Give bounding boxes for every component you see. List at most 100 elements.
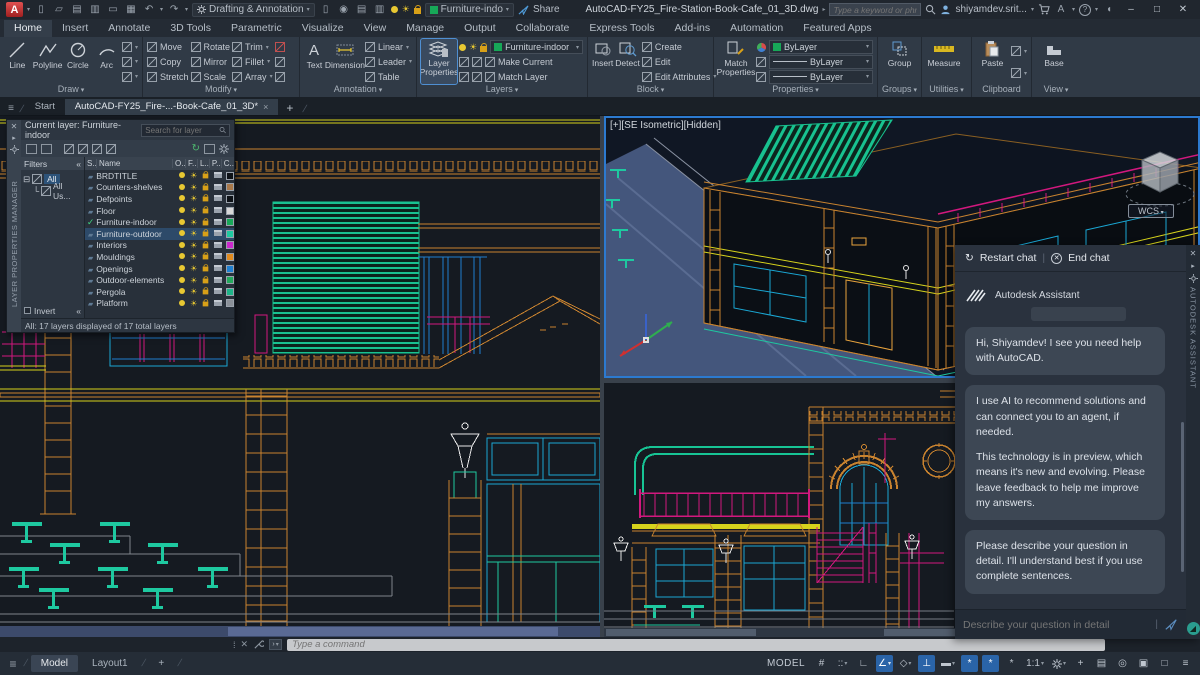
layout-menu-icon[interactable]: ≡ (6, 657, 20, 671)
layer-on-icon[interactable] (175, 287, 187, 296)
layer-color-swatch[interactable] (225, 229, 234, 238)
layer-color-swatch[interactable] (225, 171, 234, 180)
save-icon[interactable]: ▤ (70, 3, 84, 16)
layer-lock-icon[interactable] (200, 205, 212, 216)
redo-caret-icon[interactable]: ▾ (185, 6, 188, 13)
new-layout-button[interactable]: + (148, 655, 174, 672)
layer-search-box[interactable] (141, 123, 230, 137)
title-flyout-icon[interactable]: ▸ (822, 6, 825, 13)
layer-row[interactable]: Outdoor-elements ☀ (85, 274, 234, 286)
isolate-objects-icon[interactable]: ◎ (1114, 655, 1131, 672)
assistant-input[interactable] (963, 618, 1150, 631)
invert-filter[interactable]: Invert « (21, 303, 84, 318)
polar-tracking-toggle[interactable]: ∠ ▾ (876, 655, 894, 672)
restart-chat-button[interactable]: Restart chat (980, 252, 1037, 264)
layer-row[interactable]: Interiors ☀ (85, 240, 234, 252)
layer-color-swatch[interactable] (225, 241, 234, 250)
layer-on-icon[interactable] (175, 276, 187, 285)
start-tab[interactable]: Start (25, 99, 65, 115)
ribbon-tab[interactable]: 3D Tools (160, 20, 221, 37)
layer-row[interactable]: Counters-shelves ☀ (85, 182, 234, 194)
linetype-tool[interactable] (756, 70, 767, 84)
trim-tool[interactable]: Trim ▾ (232, 40, 273, 54)
layer-row[interactable]: Defpoints ☀ (85, 193, 234, 205)
ribbon-tab[interactable]: Collaborate (506, 20, 580, 37)
viewport-controls-label[interactable]: [+][SE Isometric][Hidden] (610, 120, 721, 131)
ribbon-tab[interactable]: Add-ins (665, 20, 721, 37)
layer-on-icon[interactable] (175, 194, 187, 203)
system-tray-icon[interactable]: ▤ (1093, 655, 1110, 672)
layer-on-icon[interactable] (175, 229, 187, 238)
refresh-icon[interactable]: ↻ (192, 143, 200, 154)
wrench-icon[interactable] (253, 639, 265, 650)
arc-button[interactable]: Arc (93, 39, 120, 84)
notification-icon[interactable]: ◖ (1102, 3, 1116, 16)
copy-tool[interactable]: Copy (147, 55, 189, 69)
help-caret-icon[interactable]: ▾ (1095, 6, 1098, 13)
layer-unlock-icon[interactable] (413, 5, 421, 14)
annotation-scale-icon[interactable]: * (1003, 655, 1020, 672)
print-icon[interactable]: ▦ (124, 3, 138, 16)
layer-row[interactable]: Mouldings ☀ (85, 251, 234, 263)
edit-attributes-tool[interactable]: Edit Attributes ▾ (641, 70, 716, 84)
layout1-tab[interactable]: Layout1 (82, 655, 138, 672)
model-space-indicator[interactable]: MODEL (767, 658, 805, 669)
undo-caret-icon[interactable]: ▾ (160, 6, 163, 13)
search-icon[interactable] (925, 4, 936, 15)
set-current-icon[interactable] (106, 143, 116, 154)
layer-on-icon[interactable] (175, 206, 187, 215)
dimension-button[interactable]: Dimension (325, 39, 365, 84)
lineweight-toggle[interactable]: ▬ ▾ (939, 655, 957, 672)
color-wheel-tool[interactable] (756, 40, 767, 54)
send-icon[interactable] (1164, 618, 1178, 631)
save-as-icon[interactable]: ▥ (88, 3, 102, 16)
assistant-settings-icon[interactable] (1188, 274, 1198, 283)
stretch-tool[interactable]: Stretch (147, 70, 189, 84)
autodesk-caret-icon[interactable]: ▾ (1072, 6, 1075, 13)
paste-button[interactable]: Paste (976, 39, 1009, 84)
layer-row[interactable]: Pergola ☀ (85, 286, 234, 298)
user-name[interactable]: shiyamdev.srit... (955, 4, 1027, 15)
redo-icon[interactable]: ↷ (167, 3, 181, 16)
new-drawing-tab-button[interactable]: + (278, 101, 301, 115)
ribbon-tab[interactable]: Visualize (292, 20, 354, 37)
ribbon-tab[interactable]: Annotate (98, 20, 160, 37)
assistant-close-icon[interactable]: ✕ (1190, 249, 1197, 258)
panel-label-modify[interactable]: Modify (143, 84, 299, 97)
layer-search-input[interactable] (145, 125, 219, 135)
help-icon[interactable]: ? (1078, 3, 1091, 16)
copy-clip-tool[interactable]: ▾ (1010, 66, 1027, 80)
layer-lock-icon[interactable] (200, 251, 212, 262)
palette-properties-icon[interactable] (9, 145, 19, 154)
restart-chat-icon[interactable]: ↻ (965, 252, 974, 264)
ribbon-tab[interactable]: Home (4, 20, 53, 37)
layer-plot-icon[interactable] (212, 194, 224, 203)
command-drag-handle[interactable]: ⁞ (233, 640, 236, 650)
layer-lock-icon[interactable] (200, 193, 212, 204)
minimize-button[interactable]: – (1120, 4, 1142, 15)
cart-icon[interactable] (1038, 4, 1050, 15)
command-input[interactable] (292, 639, 1101, 650)
annotation-autoscale-toggle[interactable]: * (982, 655, 1000, 672)
customization-gear[interactable]: ▾ (1050, 655, 1068, 672)
mirror-tool[interactable]: Mirror (190, 55, 231, 69)
model-tab[interactable]: Model (30, 655, 79, 672)
assistant-autohide-icon[interactable]: ▸ (1191, 262, 1195, 270)
rotate-tool[interactable]: Rotate (190, 40, 230, 54)
circle-button[interactable]: Circle (65, 39, 92, 84)
user-caret-icon[interactable]: ▾ (1031, 6, 1034, 13)
layer-lock-icon[interactable] (200, 228, 212, 239)
end-chat-button[interactable]: End chat (1068, 252, 1109, 264)
collapse-invert-icon[interactable]: « (76, 306, 81, 316)
scale-tool[interactable]: Scale (190, 70, 231, 84)
layer-freeze-icon[interactable]: ☀ (188, 171, 200, 180)
delete-layer-icon[interactable] (92, 143, 102, 154)
erase-tool[interactable] (274, 40, 285, 54)
layer-on-icon[interactable] (175, 171, 187, 180)
layer-dropdown[interactable]: Furniture-indoor ▾ (490, 40, 583, 55)
share-icon[interactable] (518, 5, 529, 15)
linetype-select[interactable]: ByLayer ▾ (769, 69, 873, 84)
autocad-app-icon[interactable]: A (6, 2, 23, 17)
layer-lock-icon[interactable] (200, 170, 212, 181)
layer-plot-icon[interactable] (212, 206, 224, 215)
